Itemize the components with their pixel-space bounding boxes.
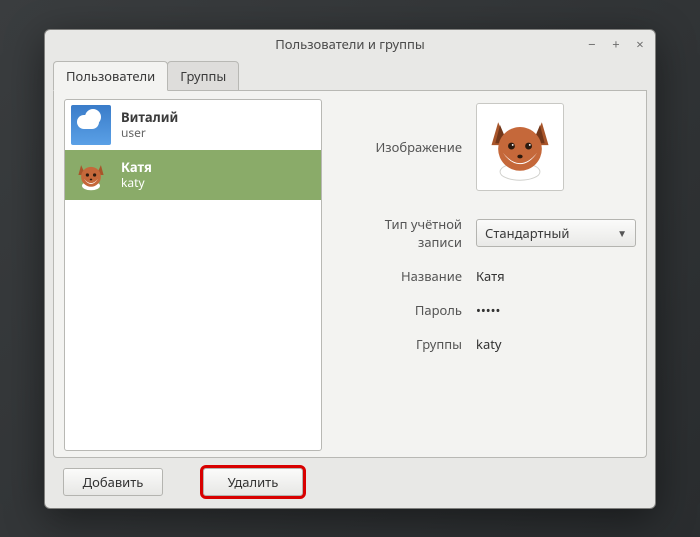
delete-button[interactable]: Удалить <box>203 468 303 496</box>
tab-content: Виталий user <box>53 91 647 458</box>
user-list-item[interactable]: Виталий user <box>65 100 321 150</box>
window-controls: − + × <box>585 37 647 51</box>
users-groups-window: Пользователи и группы − + × Пользователи… <box>44 29 656 509</box>
tab-users[interactable]: Пользователи <box>53 61 168 91</box>
name-label: Название <box>340 267 476 285</box>
minimize-button[interactable]: − <box>585 37 599 51</box>
name-value[interactable]: Катя <box>476 267 505 285</box>
detail-row-image: Изображение <box>340 103 636 191</box>
window-title: Пользователи и группы <box>45 35 655 53</box>
titlebar: Пользователи и группы − + × <box>45 30 655 59</box>
detail-row-name: Название Катя <box>340 267 636 285</box>
user-list[interactable]: Виталий user <box>64 99 322 451</box>
user-labels: Катя katy <box>121 159 152 190</box>
user-username: katy <box>121 175 152 190</box>
password-label: Пароль <box>340 301 476 319</box>
avatar-clouds-icon <box>71 105 111 145</box>
bottom-button-bar: Добавить Удалить <box>45 458 655 508</box>
account-type-value: Стандартный <box>485 224 569 242</box>
maximize-button[interactable]: + <box>609 37 623 51</box>
fox-icon <box>482 109 558 185</box>
image-label: Изображение <box>340 138 476 156</box>
tab-bar: Пользователи Группы <box>45 61 655 91</box>
user-display-name: Катя <box>121 159 152 175</box>
user-list-item-selected[interactable]: Катя katy <box>65 150 321 200</box>
account-type-select[interactable]: Стандартный ▼ <box>476 219 636 247</box>
chevron-down-icon: ▼ <box>617 226 627 240</box>
groups-label: Группы <box>340 335 476 353</box>
account-type-label: Тип учётной записи <box>340 215 476 251</box>
user-username: user <box>121 125 178 140</box>
user-labels: Виталий user <box>121 109 178 140</box>
add-button[interactable]: Добавить <box>63 468 163 496</box>
user-display-name: Виталий <box>121 109 178 125</box>
detail-row-groups: Группы katy <box>340 335 636 353</box>
groups-value[interactable]: katy <box>476 335 502 353</box>
detail-row-password: Пароль ••••• <box>340 301 636 319</box>
detail-row-account-type: Тип учётной записи Стандартный ▼ <box>340 215 636 251</box>
tab-groups[interactable]: Группы <box>167 61 239 91</box>
user-avatar-button[interactable] <box>476 103 564 191</box>
user-details-panel: Изображение <box>340 99 636 451</box>
avatar-fox-icon <box>71 155 111 195</box>
close-button[interactable]: × <box>633 37 647 51</box>
password-value[interactable]: ••••• <box>476 301 500 319</box>
